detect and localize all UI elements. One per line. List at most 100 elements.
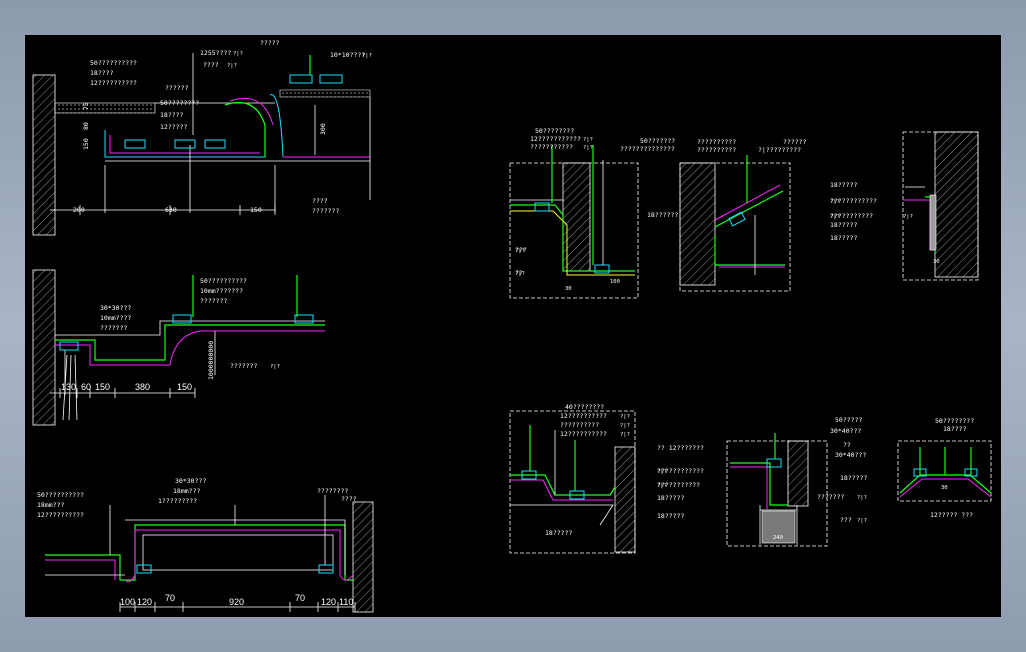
dim-label: 70 <box>295 593 305 603</box>
dim-label: 120 <box>321 597 336 607</box>
label: 10*10???? <box>330 51 365 59</box>
label: 50?????????? <box>90 59 137 67</box>
dim-label: 630 <box>165 206 177 214</box>
tag: ?|? <box>362 53 372 59</box>
label: 18mm??? <box>37 501 64 509</box>
tag: ?|? <box>620 423 630 429</box>
dim-label: 30 <box>565 286 572 292</box>
label: ??????? <box>230 362 257 370</box>
wall-hatch <box>32 269 56 426</box>
dim-label: 240 <box>773 535 783 541</box>
label: 18?????? <box>647 211 678 219</box>
label: 50???????? <box>535 127 574 135</box>
label: 18???? <box>90 69 114 77</box>
dim-label: 130 <box>61 382 76 392</box>
label: ???? <box>312 197 328 205</box>
label: 12?????????? <box>560 430 607 438</box>
label: 50????? <box>835 416 862 424</box>
dim-label: 110 <box>339 597 353 607</box>
label: ??????? <box>312 207 339 215</box>
label: 18????? <box>830 234 857 242</box>
detail-f: 18????? ???????????? ??????????? 18?????… <box>830 131 979 281</box>
dim-label: 30 <box>933 259 940 265</box>
label: 30*40??? <box>835 451 866 459</box>
label: ?????? <box>783 138 807 146</box>
label: 18????? <box>840 474 867 482</box>
slab <box>54 102 156 114</box>
label: 30*30??? <box>100 304 131 312</box>
tag: ?|? <box>583 145 593 151</box>
label: 10mm???? <box>100 314 131 322</box>
label: 18???? <box>160 111 184 119</box>
dim-label: 100 <box>610 279 620 285</box>
drawing-canvas: 50?????????? 18???? 12?????????? 1255???… <box>32 39 992 613</box>
label: ?????????? <box>697 138 736 146</box>
tag: ?|? <box>657 469 667 475</box>
tag: ?|? <box>620 414 630 420</box>
label: ???? <box>203 61 219 69</box>
label: 18????? <box>657 494 684 502</box>
label: 18????? <box>830 181 857 189</box>
label: 12?????????? <box>560 412 607 420</box>
dim-label: 380 <box>135 382 150 392</box>
tag: ?|? <box>620 432 630 438</box>
dim-label: 100 <box>120 597 135 607</box>
dim-label: 920 <box>229 597 244 607</box>
label: ?????????? <box>560 421 599 429</box>
tag: ?|? <box>515 248 525 254</box>
label: 12?????????? <box>90 79 137 87</box>
label: 50???????? <box>935 417 974 425</box>
dim-label: 120 <box>137 597 152 607</box>
label: 12????? ??? <box>930 511 973 519</box>
label: 18mm??? <box>173 487 200 495</box>
dim-label: 80 <box>82 122 90 130</box>
label: ?? <box>843 441 851 449</box>
tag: ?|? <box>857 518 867 524</box>
tag: ?|? <box>830 214 840 220</box>
label: ??????? <box>817 493 844 501</box>
label: 18????? <box>830 221 857 229</box>
label: 12??????????? <box>530 135 581 143</box>
label: 50???????? <box>160 99 199 107</box>
detail-g: 40???????? 12?????????? ?????????? 12???… <box>509 403 636 554</box>
cad-viewport[interactable]: 50?????????? 18???? 12?????????? 1255???… <box>25 35 1001 617</box>
label: 12????? <box>160 123 187 131</box>
label: ?? 12??????? <box>657 444 704 452</box>
tag: ?|? <box>857 495 867 501</box>
dim-label: 200 <box>73 206 85 214</box>
label: ?????? <box>165 84 189 92</box>
tag: ?|? <box>903 214 913 220</box>
dim-label: 70 <box>165 593 175 603</box>
label: ??????? <box>200 297 227 305</box>
label: ?|????????? <box>758 146 801 154</box>
label: ?????????????? <box>620 145 675 153</box>
detail-b: 50?????????? 10mm??????? ??????? 30*30??… <box>32 269 325 426</box>
label: ????? <box>260 39 280 47</box>
label: 50?????????? <box>37 491 84 499</box>
detail-c: 50?????????? 18mm??? 12?????????? 30*30?… <box>37 477 374 613</box>
label: ??????????? <box>530 143 573 151</box>
label: 40???????? <box>565 403 604 411</box>
tag: ?|? <box>227 63 237 69</box>
label: ???????? <box>317 487 348 495</box>
dim-label: 60 <box>81 382 91 392</box>
detail-i: 50???????? 18???? 12????? ??? 30 <box>897 417 992 519</box>
tag: ?|? <box>270 364 280 370</box>
tag: ?|? <box>515 271 525 277</box>
label: 18???? <box>943 425 967 433</box>
label: 18????? <box>657 512 684 520</box>
tag: ?|? <box>583 137 593 143</box>
dim-label: 150 <box>95 382 110 392</box>
wall-hatch <box>32 74 56 236</box>
label: ??????? <box>100 324 127 332</box>
label: ???? <box>341 495 357 503</box>
dim-label: 30 <box>941 485 948 491</box>
tag: ?|? <box>233 51 243 57</box>
wall-hatch <box>352 501 374 613</box>
detail-h: 50????? 30*40??? ?? 30*40??? 18????? ???… <box>657 416 867 547</box>
label: 50??????? <box>640 137 675 145</box>
dim-label: 150 <box>250 206 262 214</box>
dim-label: 150 <box>177 382 192 392</box>
label: 1????????? <box>158 497 197 505</box>
dim-label: 300 <box>319 123 327 135</box>
